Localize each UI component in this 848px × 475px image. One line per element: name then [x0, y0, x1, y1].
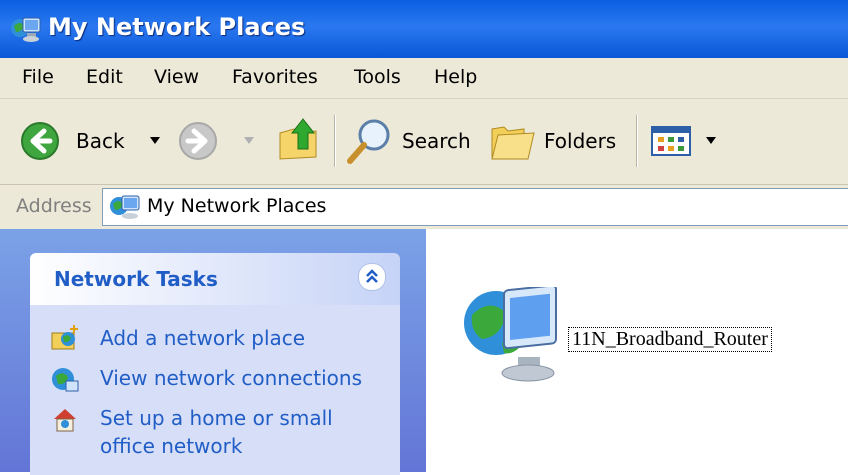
- title-bar: My Network Places: [0, 0, 848, 58]
- menu-help[interactable]: Help: [434, 66, 477, 88]
- search-button[interactable]: Search: [344, 115, 474, 165]
- address-value: My Network Places: [147, 195, 327, 217]
- toolbar: Back Search Folders: [0, 99, 848, 185]
- task-label: View network connections: [100, 366, 363, 390]
- search-label: Search: [402, 129, 471, 153]
- task-label: Add a network place: [100, 326, 306, 350]
- forward-arrow-icon: [179, 122, 217, 160]
- back-arrow-icon: [21, 122, 59, 160]
- home-network-icon: [54, 409, 76, 432]
- network-tasks-body: Add a network place View network connect…: [30, 305, 400, 475]
- forward-dropdown-icon[interactable]: [244, 137, 254, 145]
- back-button[interactable]: Back: [16, 117, 164, 165]
- task-pane: Network Tasks Add a network place View n…: [0, 229, 426, 475]
- menu-view[interactable]: View: [154, 66, 199, 88]
- views-button[interactable]: [650, 123, 720, 159]
- folders-label: Folders: [544, 129, 617, 153]
- double-chevron-up-icon: [366, 269, 378, 283]
- folders-button[interactable]: Folders: [490, 117, 622, 165]
- views-dropdown-icon[interactable]: [706, 137, 716, 145]
- network-tasks-header[interactable]: Network Tasks: [30, 253, 400, 305]
- back-label: Back: [76, 129, 125, 153]
- search-icon: [347, 119, 390, 164]
- network-tasks-title: Network Tasks: [54, 267, 218, 291]
- menu-file[interactable]: File: [22, 66, 54, 88]
- network-connections-icon: [52, 368, 79, 392]
- menu-bar: File Edit View Favorites Tools Help: [0, 58, 848, 99]
- task-label: Set up a home or small: [100, 406, 333, 430]
- menu-edit[interactable]: Edit: [86, 66, 123, 88]
- content-area: 11N_Broadband_Router: [426, 229, 848, 472]
- toolbar-separator: [636, 115, 638, 167]
- task-label: office network: [100, 434, 243, 458]
- address-field[interactable]: My Network Places: [102, 188, 848, 226]
- address-label: Address: [16, 195, 92, 217]
- views-icon: [651, 126, 691, 156]
- folders-icon: [491, 126, 535, 160]
- menu-favorites[interactable]: Favorites: [232, 66, 318, 88]
- back-dropdown-icon[interactable]: [150, 137, 160, 145]
- window-title: My Network Places: [48, 13, 306, 41]
- collapse-button[interactable]: [358, 263, 386, 291]
- toolbar-separator: [334, 115, 336, 167]
- address-bar: Address My Network Places: [0, 185, 848, 229]
- network-computer-icon: [464, 287, 557, 382]
- network-item-label: 11N_Broadband_Router: [568, 327, 772, 352]
- forward-button[interactable]: [178, 121, 264, 161]
- menu-tools[interactable]: Tools: [354, 66, 401, 88]
- network-places-icon: [110, 195, 140, 219]
- add-network-place-icon: [51, 325, 78, 350]
- network-places-icon: [11, 17, 41, 42]
- up-folder-icon[interactable]: [276, 115, 324, 163]
